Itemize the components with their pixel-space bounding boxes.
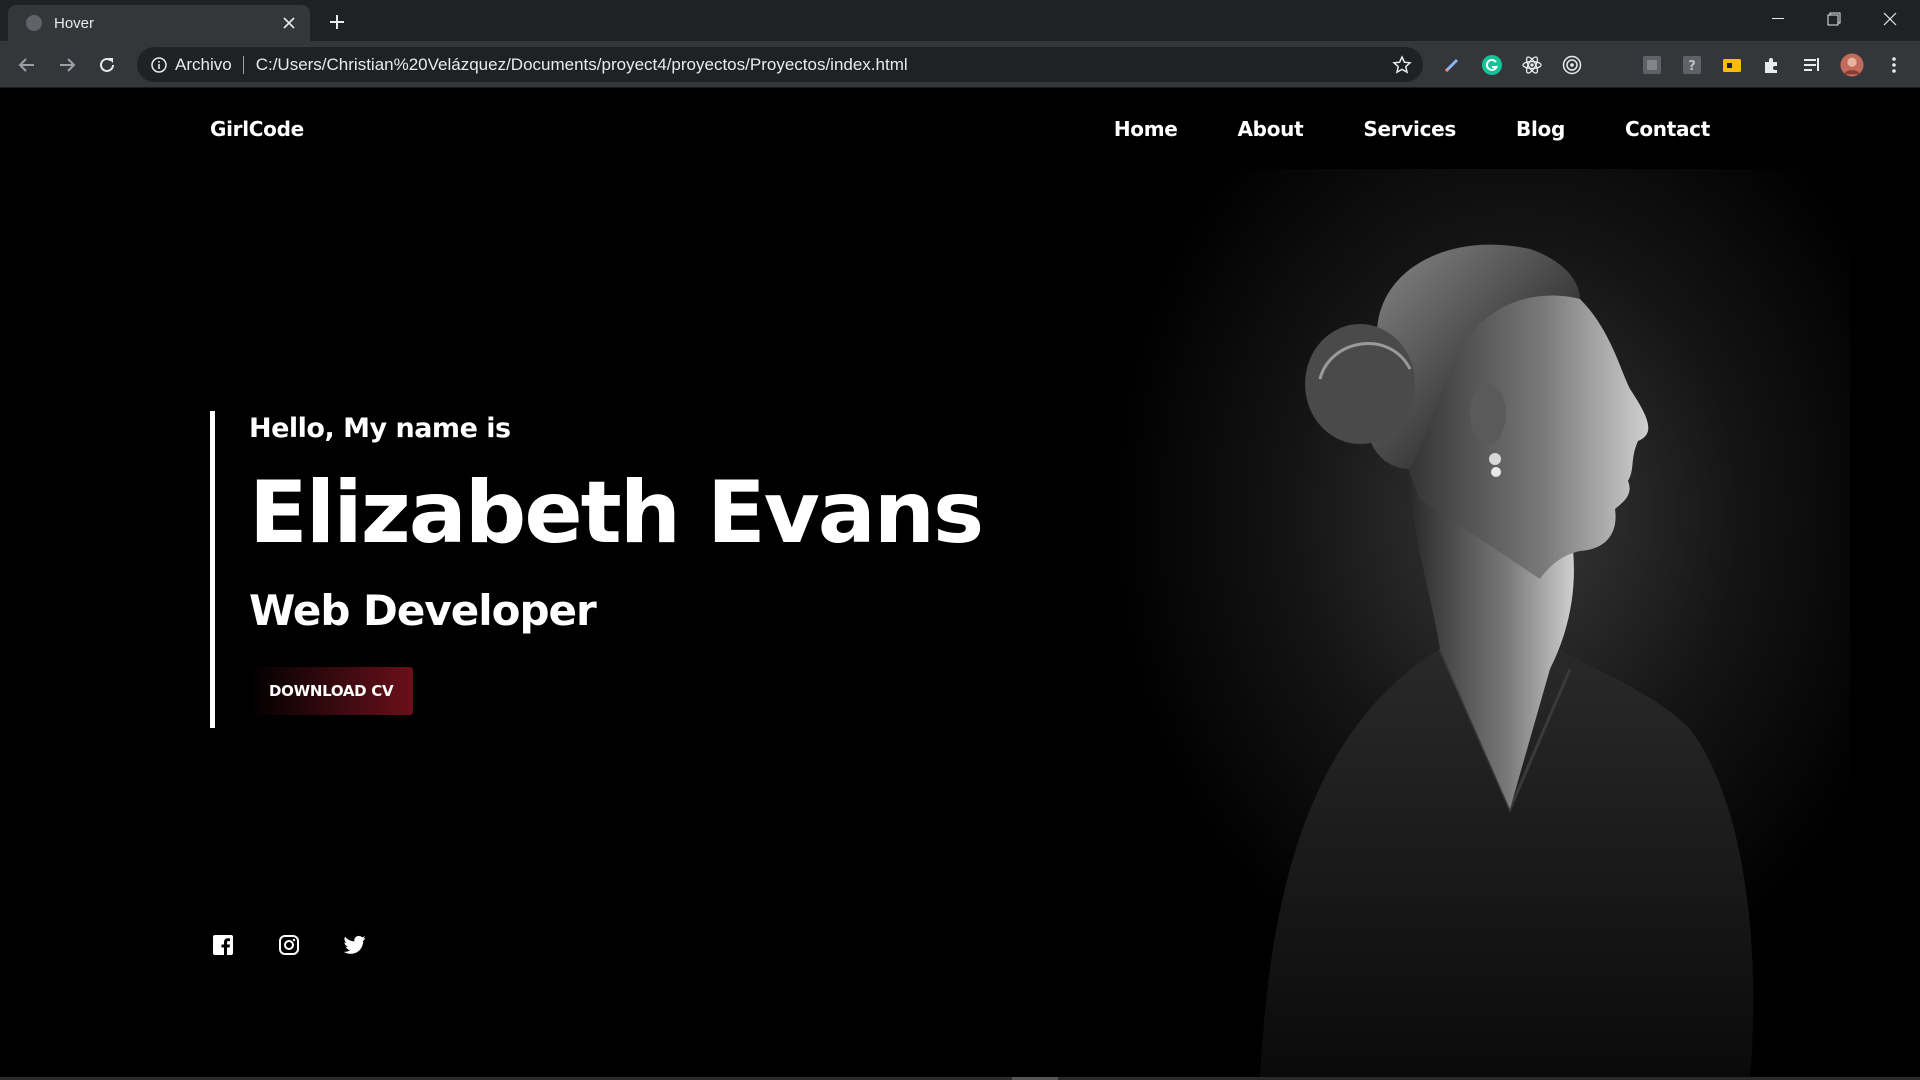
reload-button[interactable]	[92, 50, 122, 80]
instagram-icon[interactable]	[278, 934, 300, 956]
site-info-label: Archivo	[175, 54, 232, 74]
hero-role: Web Developer	[249, 586, 597, 635]
twitter-icon[interactable]	[344, 934, 366, 956]
reading-list-icon[interactable]	[1800, 53, 1824, 77]
address-bar[interactable]: Archivo C:/Users/Christian%20Velázquez/D…	[137, 47, 1423, 82]
forward-button[interactable]	[52, 50, 82, 80]
site-info-button[interactable]: Archivo	[151, 55, 232, 75]
portrait-photo	[1110, 169, 1850, 1077]
minimize-button[interactable]	[1750, 0, 1806, 38]
social-links	[212, 934, 366, 956]
close-tab-icon[interactable]	[278, 12, 300, 34]
nav-contact[interactable]: Contact	[1625, 117, 1710, 141]
close-window-button[interactable]	[1862, 0, 1918, 38]
svg-text:?: ?	[1688, 59, 1696, 74]
hero-name: Elizabeth Evans	[249, 463, 984, 563]
info-icon	[151, 56, 167, 73]
restore-button[interactable]	[1806, 0, 1862, 38]
puzzle-extensions-icon[interactable]	[1760, 53, 1784, 77]
nav-home[interactable]: Home	[1114, 117, 1178, 141]
hero-section: Hello, My name is Elizabeth Evans Web De…	[210, 411, 984, 728]
url-text[interactable]: C:/Users/Christian%20Velázquez/Documents…	[256, 55, 908, 75]
new-tab-button[interactable]	[322, 7, 352, 37]
webpage-viewport: GirlCode Home About Services Blog Contac…	[0, 89, 1920, 1077]
menu-kebab-icon[interactable]	[1882, 53, 1906, 77]
download-cv-button[interactable]: DOWNLOAD CV	[249, 667, 414, 715]
target-extension-icon[interactable]	[1560, 53, 1584, 77]
folder-extension-icon[interactable]	[1720, 53, 1744, 77]
back-button[interactable]	[12, 50, 42, 80]
bookmark-star-icon[interactable]	[1389, 52, 1415, 78]
site-nav: Home About Services Blog Contact	[1114, 117, 1710, 141]
hero-greeting: Hello, My name is	[249, 413, 511, 444]
site-logo[interactable]: GirlCode	[210, 117, 304, 141]
browser-tab-strip: Hover	[0, 0, 1920, 41]
grammarly-extension-icon[interactable]	[1480, 53, 1504, 77]
nav-blog[interactable]: Blog	[1516, 117, 1565, 141]
browser-toolbar: Archivo C:/Users/Christian%20Velázquez/D…	[0, 41, 1920, 88]
browser-tab[interactable]: Hover	[8, 5, 310, 41]
profile-avatar-icon[interactable]	[1840, 53, 1864, 77]
facebook-icon[interactable]	[212, 934, 234, 956]
globe-icon	[26, 15, 42, 31]
help-extension-icon[interactable]: ?	[1680, 53, 1704, 77]
nav-services[interactable]: Services	[1363, 117, 1456, 141]
square-extension-icon[interactable]	[1640, 53, 1664, 77]
react-devtools-icon[interactable]	[1520, 53, 1544, 77]
pen-extension-icon[interactable]	[1440, 53, 1464, 77]
tab-title: Hover	[54, 14, 95, 32]
nav-about[interactable]: About	[1238, 117, 1304, 141]
omnibox-divider	[242, 55, 244, 74]
